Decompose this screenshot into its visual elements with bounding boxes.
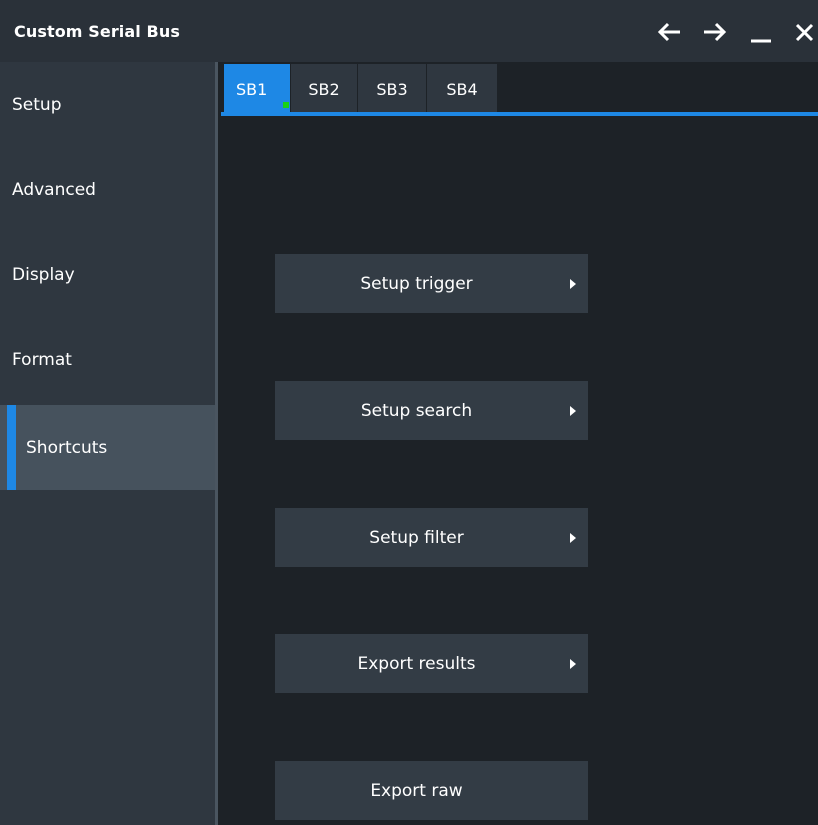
submenu-arrow-icon bbox=[570, 278, 576, 289]
button-label: Export results bbox=[357, 653, 476, 674]
sidebar-item-label: Setup bbox=[12, 94, 62, 115]
tab-sb4[interactable]: SB4 bbox=[427, 64, 497, 112]
sidebar: Setup Advanced Display Format Shortcuts bbox=[0, 62, 215, 825]
sidebar-item-shortcuts[interactable]: Shortcuts bbox=[0, 405, 215, 490]
tab-sb2[interactable]: SB2 bbox=[291, 64, 357, 112]
tab-label: SB1 bbox=[236, 80, 268, 99]
active-indicator bbox=[7, 405, 16, 490]
sidebar-item-setup[interactable]: Setup bbox=[0, 62, 215, 147]
button-label: Setup filter bbox=[369, 527, 464, 548]
window-title: Custom Serial Bus bbox=[14, 22, 180, 41]
custom-serial-bus-dialog: Custom Serial Bus Setup Advanced Display… bbox=[0, 0, 818, 825]
arrow-left-icon[interactable] bbox=[653, 16, 685, 48]
sidebar-item-display[interactable]: Display bbox=[0, 232, 215, 317]
title-bar: Custom Serial Bus bbox=[0, 0, 818, 62]
sidebar-item-format[interactable]: Format bbox=[0, 317, 215, 402]
tab-label: SB2 bbox=[308, 80, 340, 99]
button-label: Setup search bbox=[360, 400, 473, 421]
submenu-arrow-icon bbox=[570, 532, 576, 543]
tab-sb1[interactable]: SB1 bbox=[224, 64, 290, 112]
setup-search-button[interactable]: Setup search bbox=[275, 381, 588, 440]
minimize-icon[interactable] bbox=[745, 16, 777, 48]
status-indicator-icon bbox=[283, 102, 289, 108]
tab-bar: SB1 SB2 SB3 SB4 bbox=[221, 62, 818, 118]
submenu-arrow-icon bbox=[570, 405, 576, 416]
button-label: Export raw bbox=[370, 780, 463, 801]
tab-label: SB4 bbox=[446, 80, 478, 99]
button-label: Setup trigger bbox=[360, 273, 473, 294]
sidebar-item-label: Display bbox=[12, 264, 75, 285]
export-results-button[interactable]: Export results bbox=[275, 634, 588, 693]
close-icon[interactable] bbox=[790, 16, 818, 48]
submenu-arrow-icon bbox=[570, 658, 576, 669]
sidebar-item-label: Format bbox=[12, 349, 72, 370]
sidebar-item-label: Advanced bbox=[12, 179, 96, 200]
sidebar-item-advanced[interactable]: Advanced bbox=[0, 147, 215, 232]
setup-trigger-button[interactable]: Setup trigger bbox=[275, 254, 588, 313]
setup-filter-button[interactable]: Setup filter bbox=[275, 508, 588, 567]
export-raw-button[interactable]: Export raw bbox=[275, 761, 588, 820]
arrow-right-icon[interactable] bbox=[699, 16, 731, 48]
tab-label: SB3 bbox=[376, 80, 408, 99]
tab-underline bbox=[221, 112, 818, 116]
sidebar-item-label: Shortcuts bbox=[26, 437, 108, 458]
panel-splitter[interactable] bbox=[215, 62, 218, 825]
tab-sb3[interactable]: SB3 bbox=[358, 64, 426, 112]
